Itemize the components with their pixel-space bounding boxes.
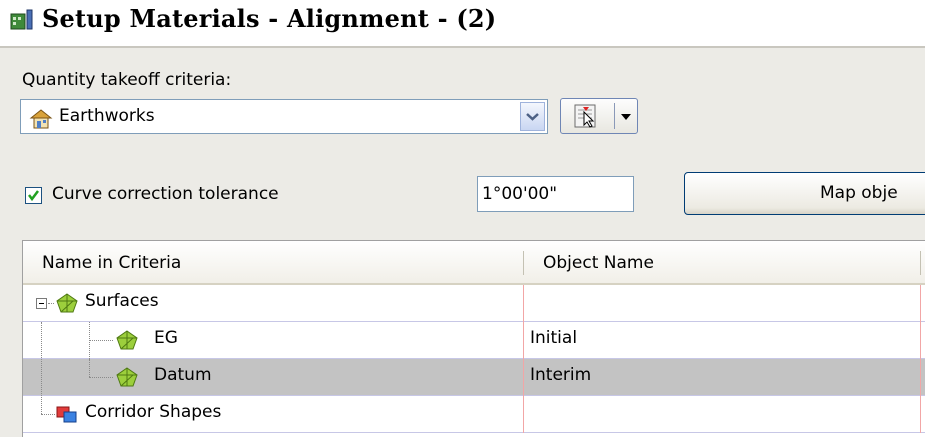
tree-row-surfaces[interactable]: Surfaces xyxy=(23,285,925,322)
tree-node-label: Surfaces xyxy=(85,291,159,311)
corridor-shapes-icon xyxy=(56,406,77,423)
cell-divider xyxy=(920,285,921,322)
map-objects-label: Map obje xyxy=(820,183,898,203)
title-bar: Setup Materials - Alignment - (2) xyxy=(0,0,925,46)
cell-divider xyxy=(523,396,524,433)
curve-correction-checkbox[interactable] xyxy=(25,187,42,204)
map-objects-button[interactable]: Map obje xyxy=(684,172,925,215)
tree-connector xyxy=(41,322,42,414)
column-header-name-in-criteria[interactable]: Name in Criteria xyxy=(42,253,181,273)
setup-materials-app-icon xyxy=(10,9,33,30)
object-name-cell[interactable]: Initial xyxy=(530,328,577,348)
tree-node-label: EG xyxy=(154,328,178,348)
surface-icon xyxy=(56,293,78,313)
cell-divider xyxy=(523,285,524,322)
tree-row-datum[interactable]: Datum Interim xyxy=(23,359,925,396)
title-separator xyxy=(0,46,925,48)
criteria-combobox[interactable]: Earthworks xyxy=(20,99,548,134)
split-button-divider xyxy=(614,103,615,129)
object-name-cell[interactable]: Interim xyxy=(530,365,591,385)
edit-criteria-icon[interactable] xyxy=(567,103,609,129)
cell-divider xyxy=(920,396,921,433)
cell-divider xyxy=(920,359,921,396)
tree-connector xyxy=(89,359,90,377)
tree-row-eg[interactable]: EG Initial xyxy=(23,322,925,359)
tree-connector xyxy=(41,414,55,415)
tree-node-label: Corridor Shapes xyxy=(85,402,222,422)
cell-divider xyxy=(920,322,921,359)
criteria-house-icon xyxy=(29,109,53,129)
grid-header: Name in Criteria Object Name xyxy=(23,241,925,285)
tree-connector xyxy=(48,303,54,304)
criteria-label: Quantity takeoff criteria: xyxy=(22,70,232,90)
curve-tolerance-input[interactable]: 1°00'00" xyxy=(477,176,634,212)
column-separator[interactable] xyxy=(920,251,921,275)
surface-icon xyxy=(116,330,138,350)
caret-down-icon[interactable] xyxy=(617,103,635,129)
cell-divider xyxy=(523,322,524,359)
chevron-down-icon xyxy=(526,113,539,121)
checkmark-icon xyxy=(28,190,39,202)
tree-node-label: Datum xyxy=(154,365,212,385)
curve-correction-label[interactable]: Curve correction tolerance xyxy=(52,184,279,204)
materials-grid[interactable]: Name in Criteria Object Name Surfaces EG xyxy=(22,240,925,437)
criteria-selected-value: Earthworks xyxy=(59,106,155,126)
column-separator[interactable] xyxy=(523,251,524,275)
tree-row-corridor-shapes[interactable]: Corridor Shapes xyxy=(23,322,925,433)
window-title: Setup Materials - Alignment - (2) xyxy=(42,4,497,33)
tree-connector xyxy=(89,340,113,341)
surface-icon xyxy=(116,367,138,387)
cell-divider xyxy=(523,359,524,396)
tree-connector xyxy=(89,377,113,378)
criteria-dropdown-button[interactable] xyxy=(520,102,545,131)
criteria-options-split-button[interactable] xyxy=(560,98,638,134)
collapse-toggle-icon[interactable] xyxy=(36,298,47,309)
column-header-object-name[interactable]: Object Name xyxy=(543,253,654,273)
